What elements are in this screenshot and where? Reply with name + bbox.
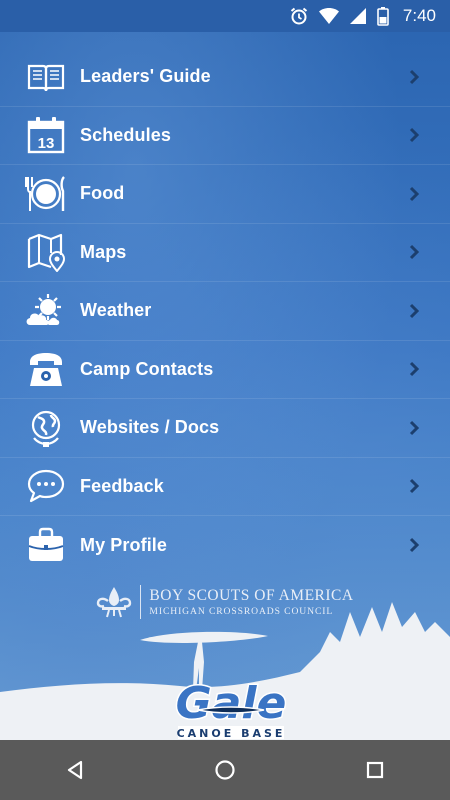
gale-canoe-base-logo: Gale CANOE BASE	[174, 680, 288, 740]
menu-item-label: Leaders' Guide	[80, 66, 211, 87]
council-name: MICHIGAN CROSSROADS COUNCIL	[149, 606, 334, 617]
brand-subtitle: CANOE BASE	[177, 727, 286, 740]
menu-item-label: Schedules	[80, 124, 171, 145]
alarm-icon	[289, 6, 309, 26]
calendar-day-number: 13	[38, 135, 55, 152]
menu-item-my-profile[interactable]: My Profile	[0, 516, 450, 575]
recents-icon	[366, 761, 384, 779]
fleur-de-lis-icon	[97, 587, 132, 618]
menu-item-camp-contacts[interactable]: Camp Contacts	[0, 341, 450, 399]
menu-item-label: Camp Contacts	[80, 358, 214, 379]
status-bar: 7:40	[0, 0, 450, 32]
battery-icon	[377, 6, 389, 26]
menu-item-leaders-guide[interactable]: Leaders' Guide	[0, 48, 450, 107]
menu-item-label: Food	[80, 183, 125, 204]
menu-item-schedules[interactable]: 13 Schedules	[0, 107, 450, 165]
brand-name: Gale	[176, 680, 287, 729]
book-icon	[24, 57, 68, 97]
chevron-right-icon	[409, 479, 420, 494]
status-time: 7:40	[402, 6, 436, 25]
chat-bubble-icon	[24, 466, 68, 506]
briefcase-icon	[24, 525, 68, 565]
chevron-right-icon	[409, 362, 420, 377]
recents-button[interactable]	[345, 740, 405, 800]
menu-item-weather[interactable]: Weather	[0, 282, 450, 341]
bsa-logo: BOY SCOUTS OF AMERICA MICHIGAN CROSSROAD…	[0, 578, 450, 626]
telephone-icon	[24, 349, 68, 389]
cell-signal-icon	[349, 7, 367, 25]
menu-item-food[interactable]: Food	[0, 165, 450, 224]
menu-item-label: Maps	[80, 241, 127, 262]
menu-item-websites-docs[interactable]: Websites / Docs	[0, 399, 450, 458]
chevron-right-icon	[409, 420, 420, 435]
system-nav-bar	[0, 740, 450, 800]
menu-item-feedback[interactable]: Feedback	[0, 458, 450, 516]
menu-item-label: Websites / Docs	[80, 417, 220, 438]
chevron-right-icon	[409, 128, 420, 143]
plate-utensils-icon	[24, 174, 68, 214]
logo-divider	[140, 585, 142, 619]
back-icon	[67, 760, 83, 780]
menu-item-maps[interactable]: Maps	[0, 224, 450, 282]
bsa-wordmark: BOY SCOUTS OF AMERICA MICHIGAN CROSSROAD…	[149, 587, 353, 617]
chevron-right-icon	[409, 538, 420, 553]
main-menu-screen: Leaders' Guide 13 Schedules Food Maps We…	[0, 32, 450, 740]
map-icon	[24, 232, 68, 273]
menu-item-label: My Profile	[80, 534, 168, 555]
wifi-icon	[318, 7, 339, 25]
chevron-right-icon	[409, 186, 420, 201]
calendar-icon: 13	[24, 115, 68, 155]
home-button[interactable]	[195, 740, 255, 800]
chevron-right-icon	[409, 245, 420, 260]
back-button[interactable]	[45, 740, 105, 800]
chevron-right-icon	[409, 69, 420, 84]
home-icon	[215, 760, 235, 780]
main-menu: Leaders' Guide 13 Schedules Food Maps We…	[0, 48, 450, 575]
org-name: BOY SCOUTS OF AMERICA	[149, 587, 354, 604]
menu-item-label: Weather	[80, 300, 152, 321]
globe-icon	[24, 408, 68, 448]
menu-item-label: Feedback	[80, 475, 164, 496]
chevron-right-icon	[409, 303, 420, 318]
weather-icon	[24, 291, 68, 331]
